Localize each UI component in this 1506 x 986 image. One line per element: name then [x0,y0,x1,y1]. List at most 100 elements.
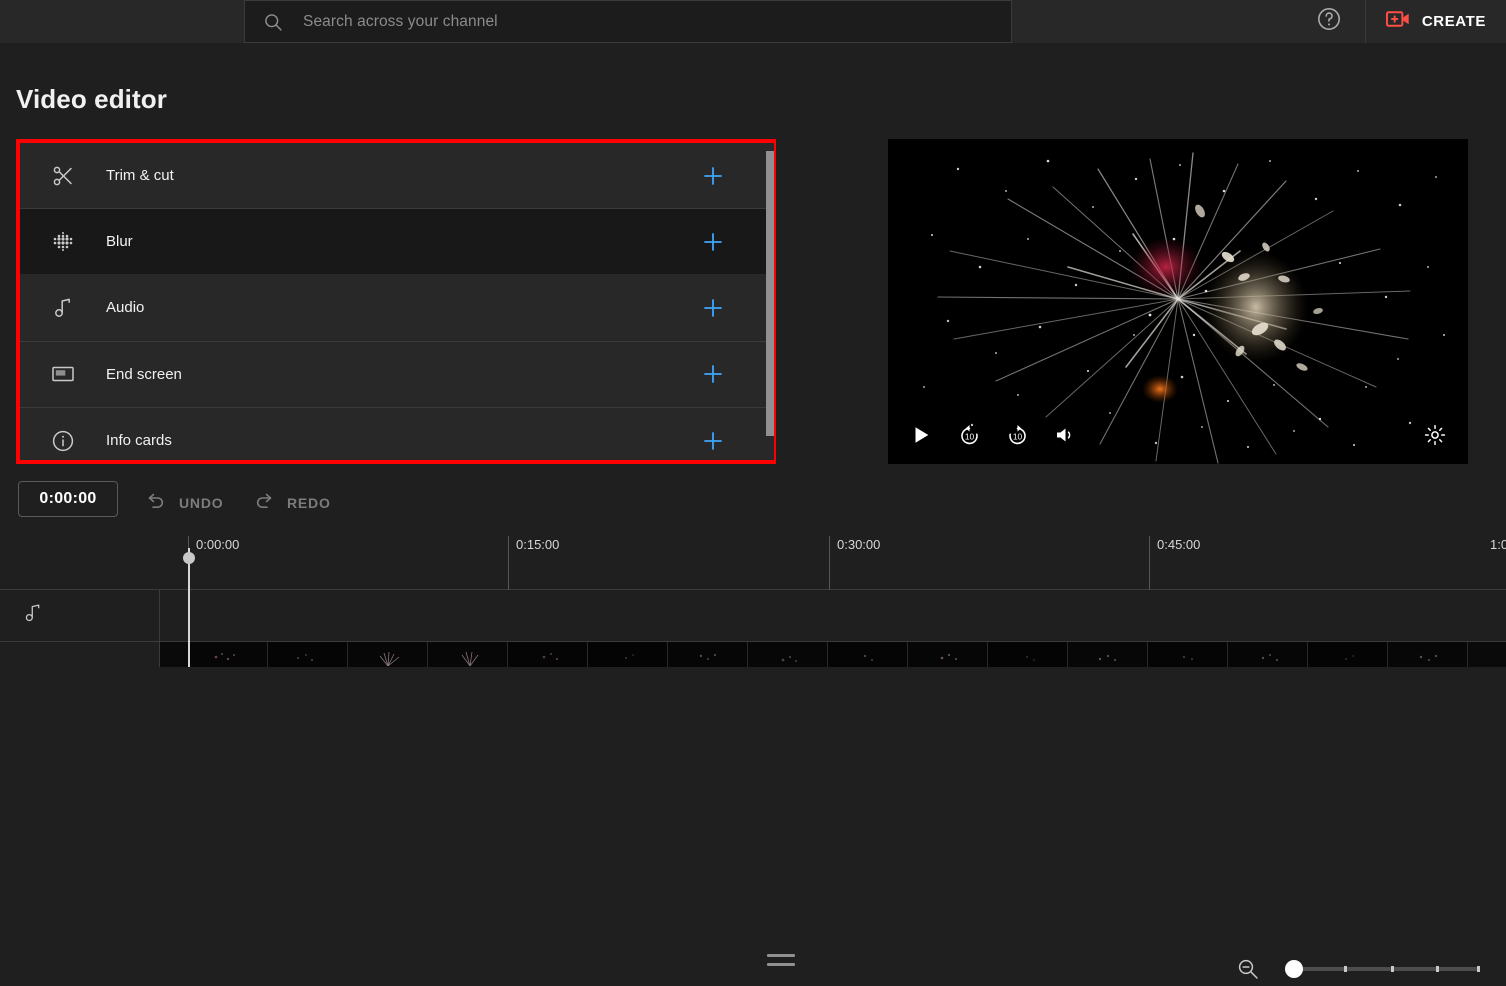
player-controls: 10 10 [888,406,1468,464]
undo-button[interactable]: UNDO [144,488,223,517]
filmstrip-frame [988,642,1068,667]
video-camera-plus-icon [1386,9,1411,34]
add-trim-and-cut-button[interactable] [701,164,725,188]
forward-10-icon: 10 [1005,423,1030,448]
tool-label: Info cards [106,432,772,449]
panel-resize-handle[interactable] [767,954,795,966]
ruler-label: 1:0 [1490,537,1506,552]
ruler-tick: 1:0 [1490,536,1506,590]
video-track-lane[interactable] [160,642,1506,667]
zoom-slider-thumb[interactable] [1285,960,1303,978]
settings-button[interactable] [1422,422,1448,448]
audio-track-lane[interactable] [160,590,1506,642]
music-note-icon [50,295,76,321]
forward-10-button[interactable]: 10 [1004,422,1030,448]
svg-text:10: 10 [964,431,974,441]
filmstrip-frame [348,642,428,667]
playhead-line[interactable] [188,548,190,667]
filmstrip-frame [508,642,588,667]
audio-track-header[interactable] [0,590,160,642]
undo-label: UNDO [179,495,223,511]
filmstrip-frame [748,642,828,667]
top-bar-right-actions: CREATE [1309,0,1506,43]
help-circle-icon [1316,6,1342,37]
play-icon [910,424,932,446]
filmstrip-frame [268,642,348,667]
tool-row-trim-and-cut[interactable]: Trim & cut [20,143,772,209]
add-end-screen-button[interactable] [701,362,725,386]
ruler-tick: 0:00:00 [188,536,239,590]
volume-icon [1053,423,1077,447]
redo-arrow-icon [252,488,276,517]
zoom-slider-tick [1436,966,1439,972]
scissors-icon [50,163,76,189]
video-preview[interactable]: 10 10 [888,139,1468,464]
music-note-icon [22,602,44,629]
ruler-label: 0:15:00 [516,537,559,552]
ruler-label: 0:30:00 [837,537,880,552]
zoom-slider-tick [1344,966,1347,972]
tool-label: Audio [106,299,772,316]
add-audio-button[interactable] [701,296,725,320]
tools-panel-scrollbar-thumb[interactable] [766,151,774,436]
add-info-cards-button[interactable] [701,429,725,453]
tool-label: End screen [106,366,772,383]
filmstrip-frame [668,642,748,667]
undo-arrow-icon [144,488,168,517]
controls-spacer [1100,422,1400,448]
video-filmstrip[interactable] [188,642,1468,667]
timeline: 0:00:00 0:15:00 0:30:00 0:45:00 1:0 [0,528,1506,667]
timeline-ruler[interactable]: 0:00:00 0:15:00 0:30:00 0:45:00 1:0 [0,528,1506,590]
redo-label: REDO [287,495,331,511]
tool-row-info-cards[interactable]: Info cards [20,408,772,460]
video-track-header[interactable] [0,642,160,667]
ruler-tick: 0:15:00 [508,536,559,590]
filmstrip-frame [188,642,268,667]
current-time-display[interactable]: 0:00:00 [18,481,118,517]
timeline-toolbar: 0:00:00 UNDO REDO [0,470,1506,528]
filmstrip-frame [588,642,668,667]
tool-row-audio[interactable]: Audio [20,275,772,341]
filmstrip-frame [908,642,988,667]
add-blur-button[interactable] [701,230,725,254]
filmstrip-frame [828,642,908,667]
playhead-handle[interactable] [183,552,195,564]
page-title: Video editor [16,84,167,115]
zoom-out-button[interactable] [1236,957,1260,981]
zoom-slider-tick [1391,966,1394,972]
end-screen-icon [50,361,76,387]
current-time-value: 0:00:00 [39,490,96,508]
help-button[interactable] [1309,2,1349,42]
filmstrip-frame [1308,642,1388,667]
tool-label: Blur [106,233,772,250]
search-icon [263,12,283,32]
search-input-placeholder[interactable]: Search across your channel [303,13,498,31]
tool-row-end-screen[interactable]: End screen [20,342,772,408]
create-button[interactable]: CREATE [1365,0,1506,43]
filmstrip-frame [1068,642,1148,667]
play-button[interactable] [908,422,934,448]
rewind-10-button[interactable]: 10 [956,422,982,448]
tool-row-blur[interactable]: Blur [20,209,772,275]
redo-button[interactable]: REDO [252,488,331,517]
top-bar: Search across your channel CREATE [0,0,1506,43]
filmstrip-frame [428,642,508,667]
filmstrip-frame [1388,642,1468,667]
zoom-slider-track[interactable] [1285,967,1480,971]
filmstrip-frame [1148,642,1228,667]
blur-dots-icon [50,229,76,255]
ruler-label: 0:45:00 [1157,537,1200,552]
zoom-slider[interactable] [1285,960,1480,978]
ruler-label: 0:00:00 [196,537,239,552]
create-button-label: CREATE [1422,13,1486,30]
zoom-slider-tick [1477,966,1480,972]
info-circle-icon [50,428,76,454]
volume-button[interactable] [1052,422,1078,448]
gear-icon [1423,423,1447,447]
tools-panel: Trim & cut Blur [20,143,772,460]
ruler-tick: 0:30:00 [829,536,880,590]
search-bar[interactable]: Search across your channel [244,0,1012,43]
zoom-out-icon [1236,957,1260,981]
replay-10-icon: 10 [957,423,982,448]
filmstrip-frame [1228,642,1308,667]
